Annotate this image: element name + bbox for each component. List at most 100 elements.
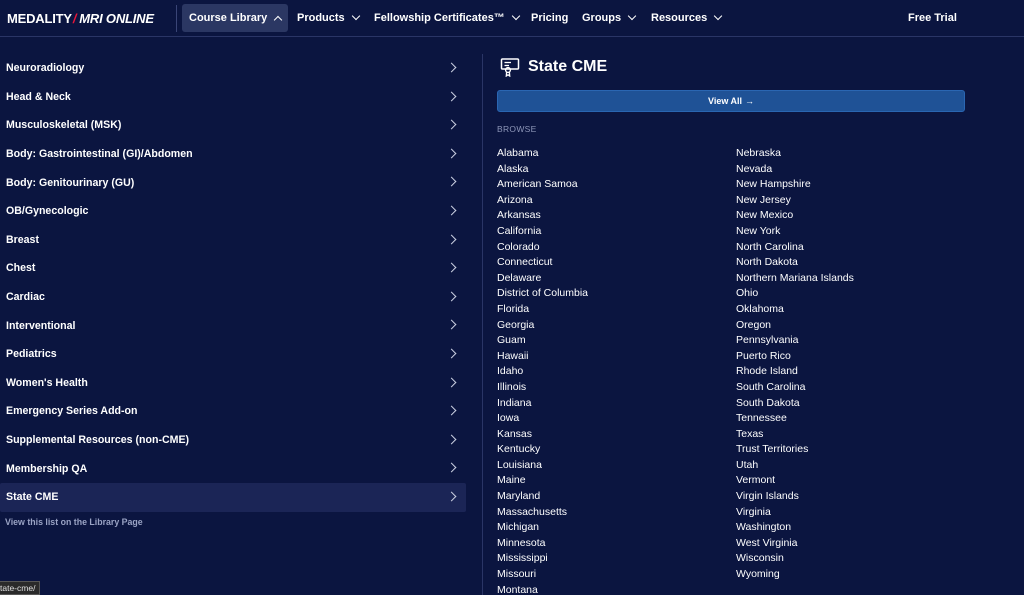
state-link[interactable]: Virginia xyxy=(736,505,854,521)
state-link[interactable]: Trust Territories xyxy=(736,442,854,458)
chevron-right-icon xyxy=(446,205,457,216)
sidebar-item-womens-health[interactable]: Women's Health xyxy=(0,369,466,398)
nav-groups[interactable]: Groups xyxy=(582,4,637,32)
state-link[interactable]: Kansas xyxy=(497,427,588,443)
sidebar-item-ob-gyn[interactable]: OB/Gynecologic xyxy=(0,197,466,226)
state-link[interactable]: New York xyxy=(736,224,854,240)
panel-title-text: State CME xyxy=(528,58,608,75)
state-link[interactable]: Arkansas xyxy=(497,208,588,224)
sidebar-item-state-cme[interactable]: State CME xyxy=(0,482,466,512)
state-link[interactable]: Arizona xyxy=(497,193,588,209)
sidebar-item-body-gi[interactable]: Body: Gastrointestinal (GI)/Abdomen xyxy=(0,140,466,169)
state-link[interactable]: Hawaii xyxy=(497,349,588,365)
sidebar-item-head-neck[interactable]: Head & Neck xyxy=(0,83,466,112)
state-link[interactable]: Idaho xyxy=(497,364,588,380)
sidebar-item-label: Supplemental Resources (non-CME) xyxy=(6,434,190,447)
sidebar-item-label: Musculoskeletal (MSK) xyxy=(6,119,122,132)
state-link[interactable]: West Virginia xyxy=(736,536,854,552)
sidebar-item-pediatrics[interactable]: Pediatrics xyxy=(0,340,466,369)
state-link[interactable]: Montana xyxy=(497,583,588,595)
state-link[interactable]: New Jersey xyxy=(736,193,854,209)
state-link[interactable]: Oregon xyxy=(736,318,854,334)
state-link[interactable]: Virgin Islands xyxy=(736,489,854,505)
logo-divider xyxy=(176,5,177,32)
state-link[interactable]: Nevada xyxy=(736,162,854,178)
state-link[interactable]: Pennsylvania xyxy=(736,333,854,349)
state-link[interactable]: Kentucky xyxy=(497,442,588,458)
state-link[interactable]: New Hampshire xyxy=(736,177,854,193)
sidebar-item-emergency-series[interactable]: Emergency Series Add-on xyxy=(0,397,466,426)
state-link[interactable]: Mississippi xyxy=(497,551,588,567)
state-link[interactable]: Wyoming xyxy=(736,567,854,583)
nav-course-library[interactable]: Course Library xyxy=(182,4,289,32)
state-link[interactable]: Guam xyxy=(497,333,588,349)
state-link[interactable]: Georgia xyxy=(497,318,588,334)
state-link[interactable]: Massachusetts xyxy=(497,505,588,521)
sidebar-item-label: Breast xyxy=(6,233,39,246)
state-link[interactable]: Ohio xyxy=(736,286,854,302)
nav-resources[interactable]: Resources xyxy=(651,4,723,32)
state-link[interactable]: Maryland xyxy=(497,489,588,505)
state-link[interactable]: North Carolina xyxy=(736,240,854,256)
sidebar-item-body-gu[interactable]: Body: Genitourinary (GU) xyxy=(0,168,466,197)
state-link[interactable]: Vermont xyxy=(736,473,854,489)
category-sidebar: Neuroradiology Head & Neck Musculoskelet… xyxy=(0,54,466,512)
state-link[interactable]: North Dakota xyxy=(736,255,854,271)
logo-brand: MEDALITY xyxy=(7,10,72,26)
state-link[interactable]: Michigan xyxy=(497,520,588,536)
sidebar-item-neuroradiology[interactable]: Neuroradiology xyxy=(0,54,466,83)
state-link[interactable]: Tennessee xyxy=(736,411,854,427)
state-link[interactable]: Louisiana xyxy=(497,458,588,474)
state-link[interactable]: Colorado xyxy=(497,240,588,256)
state-link[interactable]: Utah xyxy=(736,458,854,474)
chevron-right-icon xyxy=(446,291,457,302)
state-link[interactable]: South Carolina xyxy=(736,380,854,396)
nav-fellowship-certificates[interactable]: Fellowship Certificates™ xyxy=(374,4,521,32)
state-link[interactable]: Washington xyxy=(736,520,854,536)
nav-pricing[interactable]: Pricing xyxy=(531,4,568,32)
logo[interactable]: MEDALITY / MRI ONLINE xyxy=(7,10,154,26)
sidebar-item-musculoskeletal[interactable]: Musculoskeletal (MSK) xyxy=(0,111,466,140)
chevron-down-icon xyxy=(714,11,723,21)
state-link[interactable]: Indiana xyxy=(497,396,588,412)
chevron-right-icon xyxy=(446,176,457,187)
library-page-link[interactable]: View this list on the Library Page xyxy=(5,517,143,527)
sidebar-item-breast[interactable]: Breast xyxy=(0,226,466,255)
state-link[interactable]: American Samoa xyxy=(497,177,588,193)
state-link[interactable]: Alaska xyxy=(497,162,588,178)
state-link[interactable]: Illinois xyxy=(497,380,588,396)
state-link[interactable]: Missouri xyxy=(497,567,588,583)
browse-heading: BROWSE xyxy=(497,124,537,134)
state-link[interactable]: Florida xyxy=(497,302,588,318)
nav-label: Products xyxy=(297,12,345,24)
sidebar-item-membership-qa[interactable]: Membership QA xyxy=(0,454,466,483)
sidebar-item-supplemental-resources[interactable]: Supplemental Resources (non-CME) xyxy=(0,426,466,455)
state-link[interactable]: Maine xyxy=(497,473,588,489)
state-link[interactable]: Iowa xyxy=(497,411,588,427)
state-link[interactable]: Oklahoma xyxy=(736,302,854,318)
sidebar-item-label: Chest xyxy=(6,262,36,275)
state-link[interactable]: Wisconsin xyxy=(736,551,854,567)
state-link[interactable]: Northern Mariana Islands xyxy=(736,271,854,287)
chevron-down-icon xyxy=(627,11,637,21)
chevron-right-icon xyxy=(446,405,457,416)
nav-products[interactable]: Products xyxy=(297,4,360,32)
sidebar-item-cardiac[interactable]: Cardiac xyxy=(0,283,466,312)
state-link[interactable]: Rhode Island xyxy=(736,364,854,380)
state-link[interactable]: Alabama xyxy=(497,146,588,162)
chevron-right-icon xyxy=(446,62,457,73)
sidebar-item-chest[interactable]: Chest xyxy=(0,254,466,283)
sidebar-item-interventional[interactable]: Interventional xyxy=(0,311,466,340)
state-link[interactable]: Nebraska xyxy=(736,146,854,162)
state-link[interactable]: New Mexico xyxy=(736,208,854,224)
state-link[interactable]: Puerto Rico xyxy=(736,349,854,365)
state-link[interactable]: South Dakota xyxy=(736,396,854,412)
free-trial-link[interactable]: Free Trial xyxy=(908,4,957,32)
state-link[interactable]: District of Columbia xyxy=(497,286,588,302)
state-link[interactable]: Connecticut xyxy=(497,255,588,271)
state-link[interactable]: Minnesota xyxy=(497,536,588,552)
view-all-button[interactable]: View All → xyxy=(497,90,965,112)
state-link[interactable]: Texas xyxy=(736,427,854,443)
state-link[interactable]: Delaware xyxy=(497,271,588,287)
state-link[interactable]: California xyxy=(497,224,588,240)
